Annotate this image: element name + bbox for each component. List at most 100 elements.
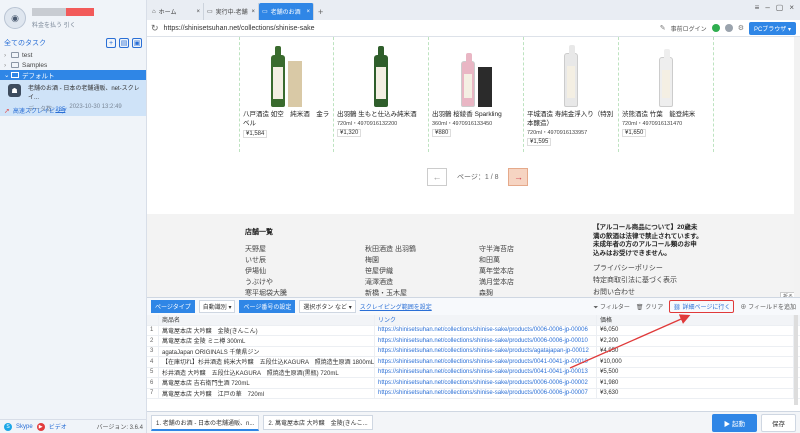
store-link[interactable]: 萬年堂本店 bbox=[479, 266, 514, 277]
table-cell[interactable]: 杉井酒造 大吟醸 五段仕込KAGURA 照焼造生原酒(黒瓶) 720mL bbox=[159, 367, 375, 377]
subtask-tab-2[interactable]: 2. 萬竜屋本店 大吟醸 金陵(きんこ... bbox=[263, 415, 373, 430]
table-cell[interactable]: ¥5,500 bbox=[597, 367, 794, 377]
close-icon[interactable]: × bbox=[251, 9, 255, 15]
commerce-law-link[interactable]: 特定商取引法に基づく表示 bbox=[593, 275, 677, 287]
save-button[interactable]: 保存 bbox=[761, 413, 796, 432]
column-header[interactable] bbox=[147, 315, 159, 325]
pre-login-button[interactable]: 事前ログイン bbox=[671, 24, 707, 33]
add-field-button[interactable]: ⊕ フィールドを追加 bbox=[740, 302, 796, 311]
skype-link[interactable]: Skype bbox=[16, 424, 33, 430]
table-row[interactable]: 2 萬竜屋本店 金陵 ミニ樽 300mL https://shinisetsuhan… bbox=[147, 336, 800, 347]
table-cell[interactable]: https://shinisetsuhan.net/collections/sh… bbox=[375, 325, 597, 335]
store-link[interactable]: 守半海苔店 bbox=[479, 244, 514, 255]
column-header[interactable]: 価格 bbox=[597, 315, 794, 325]
store-link[interactable]: うぶけや bbox=[245, 277, 287, 288]
table-cell[interactable]: ¥4,950 bbox=[597, 346, 794, 356]
reload-icon[interactable]: ↻ bbox=[151, 23, 159, 34]
settings-icon[interactable]: ⚙ bbox=[738, 24, 744, 32]
store-link[interactable]: 秋田酒造 出羽鶴 bbox=[365, 244, 416, 255]
run-button[interactable]: ▶ 起動 bbox=[711, 413, 757, 432]
table-scrollbar[interactable] bbox=[794, 315, 798, 405]
store-link[interactable]: 森麹 bbox=[479, 288, 514, 297]
table-row[interactable]: 5 杉井酒造 大吟醸 五段仕込KAGURA 照焼造生原酒(黒瓶) 720mL htt… bbox=[147, 367, 800, 378]
store-link[interactable]: 天野屋 bbox=[245, 244, 287, 255]
all-tasks-label[interactable]: 全てのタスク bbox=[4, 38, 46, 48]
close-icon[interactable]: × bbox=[306, 9, 310, 15]
table-cell[interactable]: 1 bbox=[147, 325, 159, 335]
table-cell[interactable]: https://shinisetsuhan.net/collections/sh… bbox=[375, 378, 597, 388]
store-link[interactable]: 笹屋伊織 bbox=[365, 266, 416, 277]
privacy-link[interactable]: プライバシーポリシー bbox=[593, 263, 677, 275]
plan-link[interactable]: 料金を払う 引く bbox=[32, 20, 94, 29]
product-image[interactable] bbox=[527, 37, 615, 107]
prev-page-button[interactable]: ← bbox=[427, 168, 447, 186]
store-link[interactable]: 梅園 bbox=[365, 255, 416, 266]
folder-default[interactable]: ⌄ デフォルト bbox=[0, 70, 146, 80]
product-image[interactable] bbox=[243, 37, 330, 107]
tab-running[interactable]: ▭ 実行中-老舗 × bbox=[204, 3, 259, 20]
product-name[interactable]: 渋熊酒造 竹葉 能登純米 bbox=[622, 110, 710, 119]
table-row[interactable]: 3 agataJapan ORIGINALS 千葉県ジン https://shini… bbox=[147, 346, 800, 357]
user-profile[interactable]: ◉ 料金を払う 引く bbox=[0, 0, 146, 36]
product-card[interactable]: 渋熊酒造 竹葉 能登純米 720ml・4970916131470 ¥1,650 bbox=[619, 37, 714, 152]
product-card[interactable]: 平城酒造 寿純金浮入り（特別本醸造） 720ml・4970916133957 ¥1,… bbox=[524, 37, 619, 152]
filter-button[interactable]: ⏷ フィルター bbox=[594, 302, 630, 312]
store-link[interactable]: 満月堂本店 bbox=[479, 277, 514, 288]
page-scrollbar[interactable] bbox=[794, 37, 800, 297]
table-cell[interactable]: https://shinisetsuhan.net/collections/sh… bbox=[375, 388, 597, 398]
table-row[interactable]: 4 【在庫切れ】杉井酒造 純米大吟醸 五段仕込KAGURA 照焼造生原酒 1800… bbox=[147, 357, 800, 368]
maximize-icon[interactable]: ▢ bbox=[776, 3, 784, 12]
table-cell[interactable]: https://shinisetsuhan.net/collections/sh… bbox=[375, 357, 597, 367]
table-cell[interactable]: 7 bbox=[147, 388, 159, 398]
product-card[interactable]: 出羽鶴 生もと仕込み純米酒 720ml・4970916132200 ¥1,320 bbox=[334, 37, 429, 152]
table-cell[interactable]: 4 bbox=[147, 357, 159, 367]
tab-home[interactable]: ⌂ ホーム × bbox=[149, 3, 204, 20]
table-cell[interactable]: 3 bbox=[147, 346, 159, 356]
store-link[interactable]: 和田萬 bbox=[479, 255, 514, 266]
import-icon[interactable]: ▣ bbox=[132, 38, 142, 48]
table-cell[interactable]: 萬竜屋本店 大吟醸 金陵(きんこん) bbox=[159, 325, 375, 335]
table-cell[interactable]: 6 bbox=[147, 378, 159, 388]
column-header[interactable]: リンク bbox=[375, 315, 597, 325]
product-card[interactable]: 出羽鶴 桜綾香 Sparkling 360ml・4970916133450 ¥880 bbox=[429, 37, 524, 152]
scrape-range-link[interactable]: スクレイピング範囲を設定 bbox=[360, 302, 432, 311]
product-name[interactable]: 出羽鶴 生もと仕込み純米酒 bbox=[337, 110, 425, 119]
menu-icon[interactable]: ≡ bbox=[755, 3, 760, 12]
tab-sake[interactable]: ▭ 老舗のお酒 × bbox=[259, 3, 314, 20]
table-cell[interactable]: 萬竜屋本店 吉右衛門生酒 720mL bbox=[159, 378, 375, 388]
product-name[interactable]: 八戸酒造 如空 純米酒 金ラベル bbox=[243, 110, 330, 128]
table-row[interactable]: 7 萬竜屋本店 大吟醸 江戸の華 720ml https://shinisetsuh… bbox=[147, 388, 800, 399]
folder-test[interactable]: › test bbox=[0, 50, 146, 60]
url-field[interactable]: https://shinisetsuhan.net/collections/sh… bbox=[164, 25, 655, 32]
column-header[interactable]: 商品名 bbox=[159, 315, 375, 325]
new-folder-icon[interactable]: ▤ bbox=[119, 38, 129, 48]
store-link[interactable]: 寒平堀袋大騰 bbox=[245, 288, 287, 297]
store-link[interactable]: 伊場仙 bbox=[245, 266, 287, 277]
task-item[interactable]: ☗ 老舗のお酒 - 日本の老舗通販、net-スクレイ... データ数: 285 … bbox=[0, 80, 146, 116]
product-name[interactable]: 平城酒造 寿純金浮入り（特別本醸造） bbox=[527, 110, 615, 128]
new-tab-icon[interactable]: + bbox=[314, 7, 327, 20]
table-cell[interactable]: 【在庫切れ】杉井酒造 純米大吟醸 五段仕込KAGURA 照焼造生原酒 1800m… bbox=[159, 357, 375, 367]
product-image[interactable] bbox=[432, 37, 520, 107]
product-name[interactable]: 出羽鶴 桜綾香 Sparkling bbox=[432, 110, 520, 119]
folder-samples[interactable]: › Samples bbox=[0, 60, 146, 70]
table-cell[interactable]: https://shinisetsuhan.net/collections/sh… bbox=[375, 367, 597, 377]
table-cell[interactable]: https://shinisetsuhan.net/collections/sh… bbox=[375, 336, 597, 346]
store-link[interactable]: 滝澤酒造 bbox=[365, 277, 416, 288]
clear-button[interactable]: 🗑 クリア bbox=[636, 302, 663, 311]
subtask-tab-1[interactable]: 1. 老舗のお酒 - 日本の老舗通販、n... bbox=[151, 414, 260, 431]
table-cell[interactable]: 5 bbox=[147, 367, 159, 377]
go-detail-page-button[interactable]: ⛓ 詳細ページに行く bbox=[669, 300, 735, 313]
product-image[interactable] bbox=[337, 37, 425, 107]
table-cell[interactable]: ¥10,000 bbox=[597, 357, 794, 367]
edit-icon[interactable]: ✎ bbox=[660, 24, 666, 32]
table-cell[interactable]: 萬竜屋本店 大吟醸 江戸の華 720ml bbox=[159, 388, 375, 398]
table-cell[interactable]: agataJapan ORIGINALS 千葉県ジン bbox=[159, 346, 375, 356]
quick-scrape-link[interactable]: ➚ 高速スクレイピング bbox=[4, 106, 67, 116]
pc-browser-dropdown[interactable]: PCブラウザ ▾ bbox=[748, 21, 796, 35]
table-cell[interactable]: 2 bbox=[147, 336, 159, 346]
table-row[interactable]: 6 萬竜屋本店 吉右衛門生酒 720mL https://shinisetsuhan… bbox=[147, 378, 800, 389]
table-row[interactable]: 1 萬竜屋本店 大吟醸 金陵(きんこん) https://shinisetsuhan… bbox=[147, 325, 800, 336]
page-number-select[interactable]: 選択ボタン など ▾ bbox=[299, 300, 356, 313]
minimize-icon[interactable]: – bbox=[765, 3, 769, 12]
